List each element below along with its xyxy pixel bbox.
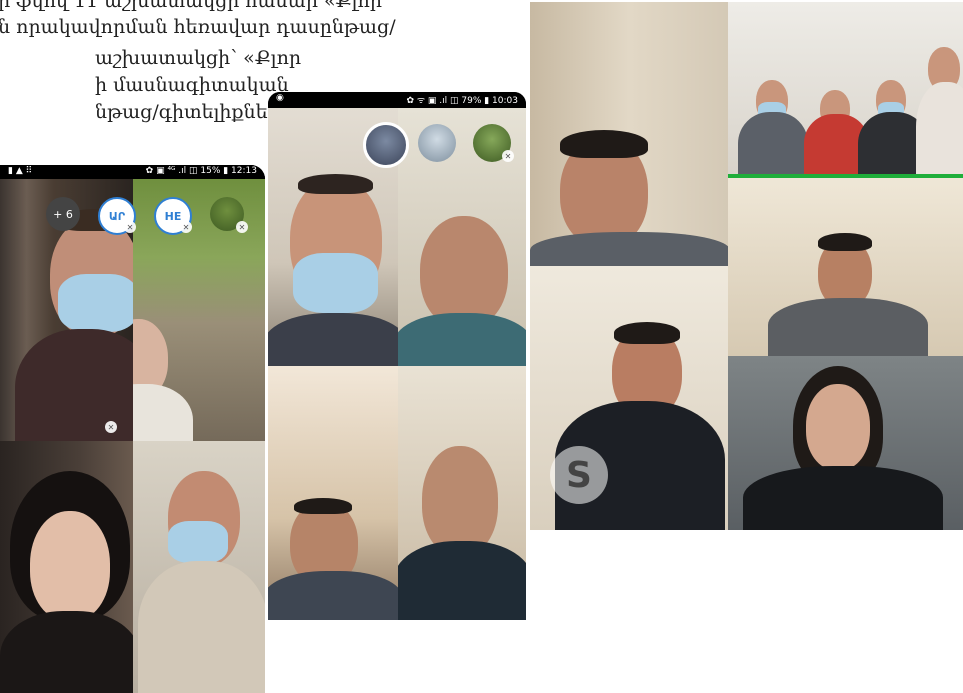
video-tile-participant-man-black-shirt[interactable]: S [530, 266, 728, 530]
mic-off-icon: ✕ [105, 421, 117, 433]
video-tile-participant-woman[interactable] [728, 356, 963, 530]
video-tile-participant-woman[interactable] [0, 441, 133, 693]
video-tile-participant-glasses-man[interactable] [398, 366, 526, 620]
article-line-2: ն որակավորման հեռավար դասընթաց/ [0, 16, 396, 38]
mic-off-icon: ✕ [124, 221, 136, 233]
video-tile-participant-outdoor[interactable] [133, 179, 265, 441]
status-left-icons: ▮ ▲ ⠿ [8, 166, 33, 176]
mic-off-icon: ✕ [236, 221, 248, 233]
mic-off-icon: ✕ [180, 221, 192, 233]
video-tile-group-masked-men[interactable] [728, 2, 963, 178]
participant-avatar-photo[interactable] [363, 122, 409, 168]
phone-status-bar: ◉ ✿ ᯤ ▣ .ıl ◫ 79% ▮ 10:03 [268, 92, 526, 108]
video-tile-participant-man-thinking[interactable] [530, 2, 728, 266]
phone-screenshot-video-call-1: ▮ ▲ ⠿ ✿ ▣ ⁴ᴳ .ıl ◫ 15% ▮ 12:13 ✕ + 6 ԱՐ … [0, 165, 265, 693]
video-tile-participant-man-room[interactable] [728, 178, 963, 356]
participant-avatar-photo[interactable] [418, 124, 456, 162]
phone-screenshot-video-call-2: ◉ ✿ ᯤ ▣ .ıl ◫ 79% ▮ 10:03 ✕ [268, 92, 526, 620]
article-line-4: ի մասնագիտական [95, 74, 289, 96]
phone-status-bar: ▮ ▲ ⠿ ✿ ▣ ⁴ᴳ .ıl ◫ 15% ▮ 12:13 [0, 165, 265, 179]
participants-more-button[interactable]: + 6 [46, 197, 80, 231]
mic-off-icon: ✕ [502, 150, 514, 162]
article-line-1: ր ֆվով 11 աշխատակցի համար «Քլոր [0, 0, 383, 12]
article-line-3: աշխատակցի՝ «Քլոր [95, 47, 302, 69]
status-right-info: ✿ ᯤ ▣ .ıl ◫ 79% ▮ 10:03 [406, 96, 518, 106]
status-right-info: ✿ ▣ ⁴ᴳ .ıl ◫ 15% ▮ 12:13 [145, 166, 257, 176]
video-tile-participant-room[interactable] [268, 366, 398, 620]
article-line-5: նթաց/գիտելիքների [95, 101, 292, 123]
app-icon: ◉ [276, 93, 284, 103]
skype-logo-icon: S [550, 446, 608, 504]
desktop-video-call-grid: S [530, 2, 963, 530]
video-tile-participant-masked-man-2[interactable] [133, 441, 265, 693]
